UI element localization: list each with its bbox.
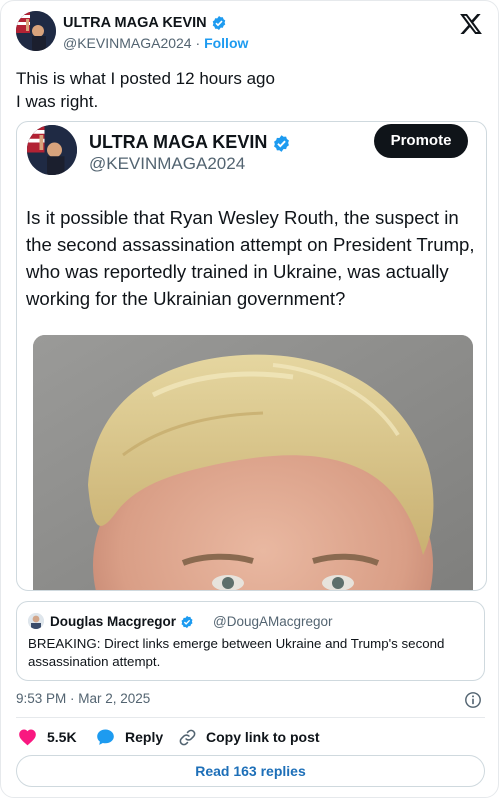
reply-bubble-icon [97,729,114,745]
quoted-author-name-text[interactable]: Douglas Macgregor [50,614,176,629]
promote-button: Promote [374,124,468,158]
embedded-author-name: ULTRA MAGA KEVIN [89,132,291,153]
embedded-author-name-text: ULTRA MAGA KEVIN [89,132,268,152]
mugshot-photo [33,335,473,590]
like-button[interactable]: 5.5K [18,727,77,747]
verified-badge-icon [181,616,193,629]
verified-badge-icon [212,16,225,31]
verified-badge-icon [274,134,290,152]
quoted-author-handle[interactable]: @DougAMacgregor [213,614,333,629]
x-logo-icon[interactable] [460,14,482,39]
embedded-post-image[interactable]: ULTRA MAGA KEVIN @KEVINMAGA2024 Promote … [16,121,487,591]
like-count: 5.5K [47,729,77,745]
quoted-post[interactable]: Douglas Macgregor @DougAMacgregor BREAKI… [16,601,485,681]
follow-link[interactable]: Follow [204,35,248,51]
embedded-author-handle: @KEVINMAGA2024 [89,154,246,173]
embedded-tweet-card: ULTRA MAGA KEVIN @KEVINMAGA2024 · Follow… [0,0,499,798]
quoted-author-avatar [28,613,44,629]
quoted-post-text: BREAKING: Direct links emerge between Uk… [28,636,445,669]
divider [16,717,485,718]
embedded-post-text: Is it possible that Ryan Wesley Routh, t… [26,207,475,309]
reply-button[interactable]: Reply [96,727,163,747]
post-text: This is what I posted 12 hours ago I was… [16,69,275,111]
quoted-author-name[interactable]: Douglas Macgregor [50,614,194,629]
author-name-text[interactable]: ULTRA MAGA KEVIN [63,15,207,31]
author-handle-line: @KEVINMAGA2024 · Follow [63,35,248,51]
heart-icon [19,729,36,746]
read-replies-button[interactable]: Read 163 replies [16,755,485,787]
link-icon [179,729,196,745]
copy-link-button[interactable]: Copy link to post [179,727,320,747]
info-icon[interactable] [464,691,482,714]
copy-link-label: Copy link to post [206,729,320,745]
author-handle[interactable]: @KEVINMAGA2024 [63,35,192,51]
author-name[interactable]: ULTRA MAGA KEVIN [63,15,227,31]
embedded-author-avatar [27,125,77,175]
reply-label: Reply [125,729,164,745]
author-avatar[interactable] [16,11,56,51]
post-timestamp[interactable]: 9:53 PM · Mar 2, 2025 [16,691,150,706]
separator-dot: · [195,35,201,51]
